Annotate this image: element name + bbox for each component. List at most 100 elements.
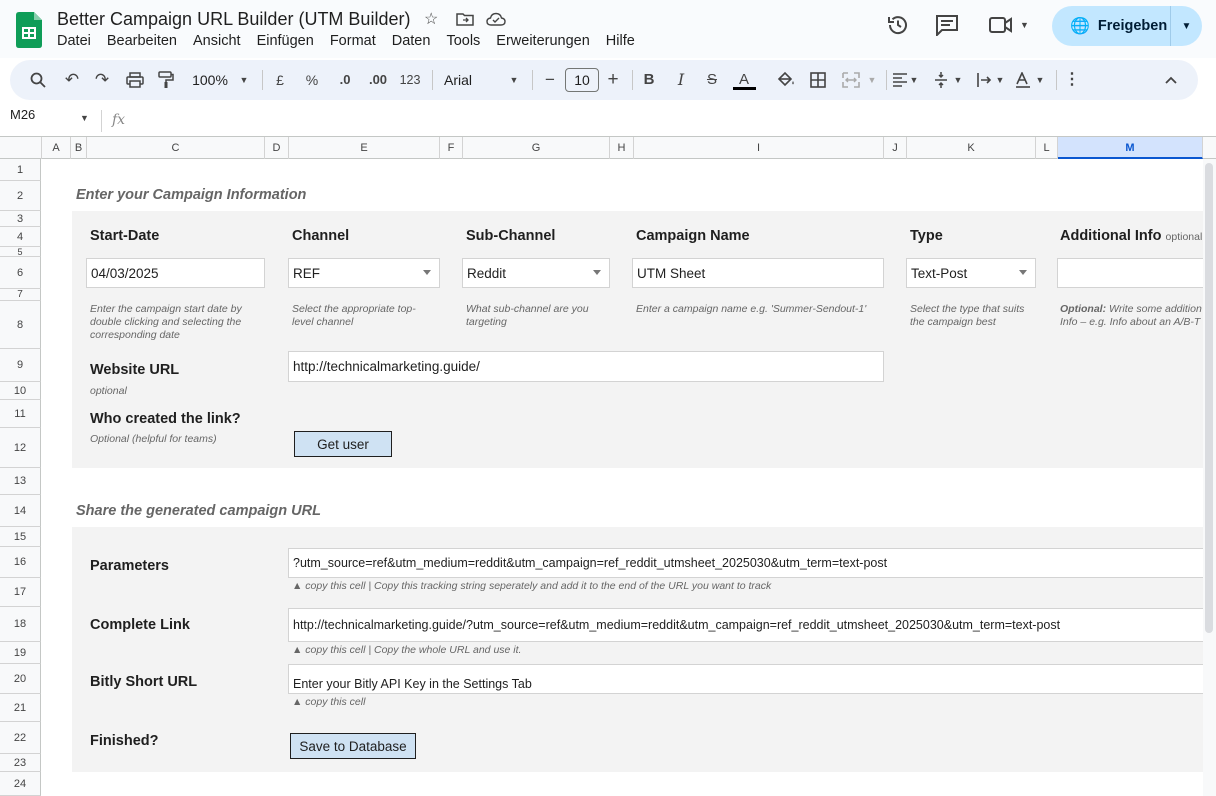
fill-color-icon[interactable] (776, 71, 796, 89)
row-header[interactable]: 10 (0, 382, 41, 400)
sub-channel-dropdown[interactable]: Reddit (462, 258, 610, 288)
vertical-align-icon[interactable] (934, 71, 948, 89)
row-header[interactable]: 3 (0, 211, 41, 227)
valign-chevron-down-icon[interactable]: ▼ (952, 60, 964, 100)
text-color-icon[interactable]: A (732, 60, 756, 100)
column-header[interactable]: A (42, 137, 71, 159)
row-header[interactable]: 9 (0, 349, 41, 382)
print-icon[interactable] (126, 72, 144, 88)
menu-ansicht[interactable]: Ansicht (193, 33, 241, 49)
column-header[interactable]: H (610, 137, 634, 159)
more-formats-button[interactable]: 123 (398, 60, 422, 100)
row-header[interactable]: 16 (0, 547, 41, 578)
font-chevron-down-icon[interactable]: ▼ (508, 60, 520, 100)
menu-bearbeiten[interactable]: Bearbeiten (107, 33, 177, 49)
share-main[interactable]: 🌐 Freigeben (1052, 6, 1170, 46)
menu-tools[interactable]: Tools (446, 33, 480, 49)
bitly-output[interactable]: Enter your Bitly API Key in the Settings… (288, 664, 1203, 694)
menu-format[interactable]: Format (330, 33, 376, 49)
text-rotation-icon[interactable] (1014, 72, 1032, 88)
menu-hilfe[interactable]: Hilfe (606, 33, 635, 49)
menu-daten[interactable]: Daten (392, 33, 431, 49)
star-icon[interactable]: ☆ (424, 9, 438, 29)
font-family-select[interactable]: Arial (444, 60, 514, 100)
row-header[interactable]: 19 (0, 642, 41, 664)
name-box-chevron-down-icon[interactable]: ▼ (80, 113, 89, 123)
collapse-chevron-up-icon[interactable] (1164, 75, 1178, 85)
menu-datei[interactable]: Datei (57, 33, 91, 49)
start-date-input[interactable]: 04/03/2025 (86, 258, 265, 288)
italic-icon[interactable]: I (672, 60, 690, 100)
additional-info-input[interactable] (1057, 258, 1203, 288)
align-chevron-down-icon[interactable]: ▼ (908, 60, 920, 100)
document-title[interactable]: Better Campaign URL Builder (UTM Builder… (57, 9, 410, 30)
column-header[interactable]: J (884, 137, 907, 159)
share-chevron-down-icon[interactable]: ▼ (1171, 21, 1202, 32)
paint-format-icon[interactable] (157, 71, 175, 89)
column-header[interactable]: D (265, 137, 289, 159)
currency-format-button[interactable]: £ (272, 60, 288, 100)
percent-format-button[interactable]: % (304, 60, 320, 100)
select-all-corner[interactable] (0, 137, 42, 159)
channel-dropdown[interactable]: REF (288, 258, 440, 288)
decrease-decimal-button[interactable]: .0 (334, 60, 356, 100)
row-header[interactable]: 6 (0, 257, 41, 289)
row-header[interactable]: 13 (0, 468, 41, 495)
row-header[interactable]: 7 (0, 289, 41, 301)
get-user-button[interactable]: Get user (294, 431, 392, 457)
column-header[interactable]: B (71, 137, 87, 159)
more-options-icon[interactable]: ⋮ (1064, 60, 1080, 100)
save-to-database-button[interactable]: Save to Database (290, 733, 416, 759)
row-header[interactable]: 5 (0, 247, 41, 257)
search-menus-icon[interactable] (30, 72, 46, 88)
column-header[interactable]: F (440, 137, 463, 159)
row-header[interactable]: 23 (0, 754, 41, 772)
increase-decimal-button[interactable]: .00 (364, 60, 392, 100)
row-header[interactable]: 17 (0, 578, 41, 607)
font-size-input[interactable]: 10 (565, 68, 599, 92)
row-header[interactable]: 15 (0, 527, 41, 547)
row-header[interactable]: 8 (0, 301, 41, 349)
row-header[interactable]: 1 (0, 159, 41, 181)
complete-link-output[interactable]: http://technicalmarketing.guide/?utm_sou… (288, 608, 1203, 642)
horizontal-align-icon[interactable] (892, 73, 908, 87)
row-header[interactable]: 24 (0, 772, 41, 796)
column-header[interactable]: G (463, 137, 610, 159)
rotation-chevron-down-icon[interactable]: ▼ (1034, 60, 1046, 100)
column-header[interactable]: L (1036, 137, 1058, 159)
row-header[interactable]: 22 (0, 722, 41, 754)
type-dropdown[interactable]: Text-Post (906, 258, 1036, 288)
meet-chevron-down-icon[interactable]: ▼ (1020, 20, 1029, 30)
column-header[interactable]: I (634, 137, 884, 159)
menu-erweiterungen[interactable]: Erweiterungen (496, 33, 590, 49)
undo-icon[interactable]: ↶ (62, 60, 82, 100)
text-wrapping-icon[interactable] (976, 72, 992, 88)
zoom-select[interactable]: 100% (188, 60, 232, 100)
column-header[interactable]: C (87, 137, 265, 159)
meet-video-icon[interactable] (988, 15, 1014, 35)
row-header[interactable]: 14 (0, 495, 41, 527)
font-size-increase-button[interactable]: + (605, 60, 621, 100)
menu-einfuegen[interactable]: Einfügen (257, 33, 314, 49)
bold-icon[interactable]: B (640, 60, 658, 100)
cloud-saved-icon[interactable] (486, 12, 506, 26)
scrollbar-thumb[interactable] (1205, 163, 1213, 633)
parameters-output[interactable]: ?utm_source=ref&utm_medium=reddit&utm_ca… (288, 548, 1203, 578)
share-button[interactable]: 🌐 Freigeben ▼ (1052, 6, 1202, 46)
redo-icon[interactable]: ↷ (92, 60, 112, 100)
sheets-logo-icon[interactable] (16, 12, 42, 48)
merge-chevron-down-icon[interactable]: ▼ (866, 60, 878, 100)
version-history-icon[interactable] (886, 13, 910, 37)
row-header[interactable]: 11 (0, 400, 41, 428)
column-header[interactable]: K (907, 137, 1036, 159)
row-header[interactable]: 12 (0, 428, 41, 468)
move-folder-icon[interactable] (456, 12, 474, 26)
campaign-name-input[interactable]: UTM Sheet (632, 258, 884, 288)
borders-icon[interactable] (810, 72, 826, 88)
wrap-chevron-down-icon[interactable]: ▼ (994, 60, 1006, 100)
column-header[interactable]: E (289, 137, 440, 159)
row-header[interactable]: 2 (0, 181, 41, 211)
font-size-decrease-button[interactable]: − (542, 60, 558, 100)
row-header[interactable]: 20 (0, 664, 41, 694)
row-header[interactable]: 18 (0, 607, 41, 642)
